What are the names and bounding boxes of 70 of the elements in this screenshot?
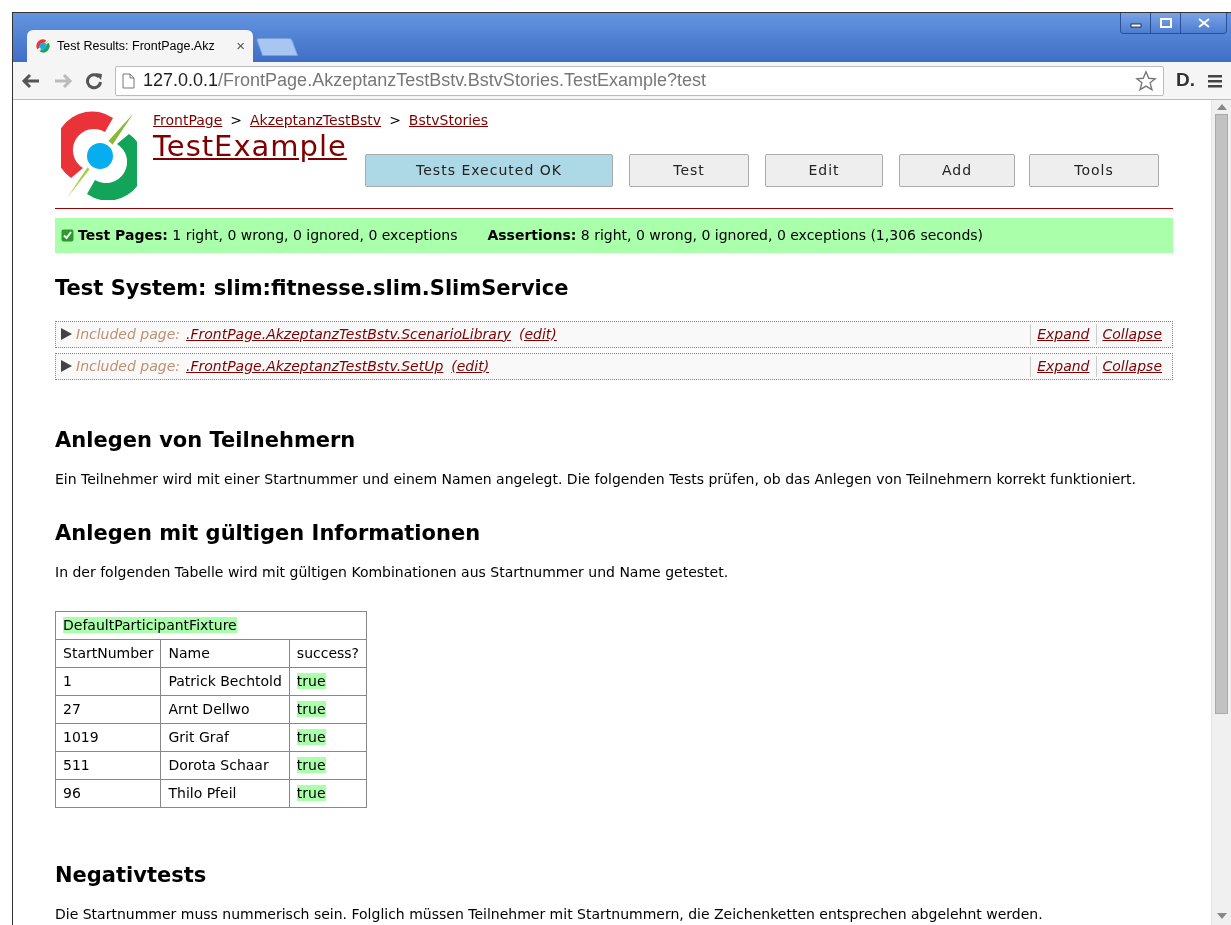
table-cell: Arnt Dellwo: [160, 695, 290, 724]
close-button[interactable]: [1181, 13, 1226, 33]
breadcrumb-separator: >: [389, 111, 401, 130]
result-cell: true: [296, 756, 326, 773]
included-page-label: Included page:: [76, 324, 180, 344]
extension-button[interactable]: D.: [1176, 66, 1195, 95]
browser-tab[interactable]: Test Results: FrontPage.Akz ×: [27, 30, 253, 62]
url-text: 127.0.0.1/FrontPage.AkzeptanzTestBstv.BstvStories.TestExample?test: [143, 69, 707, 92]
table-cell: 1: [55, 667, 161, 696]
maximize-button[interactable]: [1151, 13, 1181, 33]
edit-link[interactable]: (edit): [451, 355, 490, 377]
summary-text: Assertions: 8 right, 0 wrong, 0 ignored, 0 exceptions (1,306 seconds): [487, 226, 984, 245]
action-button[interactable]: Add: [899, 154, 1015, 187]
expand-arrow-icon[interactable]: [60, 328, 72, 340]
table-title: DefaultParticipantFixture: [63, 616, 237, 633]
tab-title: Test Results: FrontPage.Akz: [57, 37, 216, 55]
page-link[interactable]: .FrontPage.AkzeptanzTestBstv.ScenarioLibrary: [186, 323, 511, 345]
scrollbar[interactable]: [1211, 100, 1231, 925]
section-heading: Negativtests: [55, 861, 208, 889]
page-icon: [122, 72, 135, 89]
column-header: success?: [289, 639, 367, 668]
menu-icon[interactable]: [1207, 72, 1223, 89]
bookmark-star-icon[interactable]: [1135, 69, 1157, 92]
paragraph: In der folgenden Tabelle wird mit gültigen Kombinationen aus Startnummer und Name getestet.: [55, 563, 730, 583]
new-tab-button[interactable]: [255, 38, 299, 56]
column-header: StartNumber: [55, 639, 161, 668]
paragraph: Ein Teilnehmer wird mit einer Startnummer und einem Namen angelegt. Die folgenden Tests prüfen, ob das Anlegen von Teilnehmern korrekt funktioniert.: [55, 470, 1137, 489]
section-heading: Anlegen von Teilnehmern: [55, 426, 357, 454]
included-page-label: Included page:: [76, 356, 180, 376]
status-button[interactable]: Tests Executed OK: [365, 154, 613, 187]
table-cell: Grit Graf: [160, 723, 290, 752]
table-cell: 511: [55, 751, 161, 780]
expand-link[interactable]: Expand: [1030, 355, 1096, 377]
table-cell: Patrick Bechtold: [160, 667, 290, 696]
result-cell: true: [296, 700, 326, 717]
table-cell: 1019: [55, 723, 161, 752]
back-icon[interactable]: [21, 72, 41, 89]
tab-close-button[interactable]: ×: [236, 34, 245, 58]
table-cell: Dorota Schaar: [160, 751, 290, 780]
summary-text: Test Pages: 1 right, 0 wrong, 0 ignored, 0 exceptions: [78, 226, 458, 245]
logo-icon: [61, 110, 137, 200]
breadcrumb-link[interactable]: FrontPage: [153, 110, 223, 131]
breadcrumb-link[interactable]: BstvStories: [408, 110, 489, 131]
table-cell: 96: [55, 779, 161, 808]
breadcrumb-separator: >: [230, 111, 243, 130]
result-cell: true: [296, 728, 326, 745]
expand-arrow-icon[interactable]: [60, 360, 72, 372]
expand-link[interactable]: Expand: [1030, 323, 1096, 345]
action-button[interactable]: Edit: [765, 154, 883, 187]
reload-icon[interactable]: [85, 71, 103, 90]
maximize-icon: [1159, 18, 1172, 28]
breadcrumb-link[interactable]: AkzeptanzTestBstv: [250, 110, 382, 131]
page-link[interactable]: .FrontPage.AkzeptanzTestBstv.SetUp: [186, 355, 444, 377]
section-heading: Test System: slim:fitnesse.slim.SlimService: [55, 275, 570, 302]
action-button[interactable]: Test: [629, 154, 749, 187]
paragraph: Die Startnummer muss nummerisch sein. Folglich müssen Teilnehmer mit Startnummern, die Zeichenketten entsprechen abgelehnt werden.: [55, 905, 1044, 925]
collapse-link[interactable]: Collapse: [1095, 355, 1168, 377]
result-cell: true: [296, 784, 326, 801]
table-cell: Thilo Pfeil: [160, 779, 290, 808]
page-title[interactable]: TestExample: [153, 129, 347, 163]
collapse-link[interactable]: Collapse: [1095, 323, 1168, 345]
action-button[interactable]: Tools: [1029, 154, 1159, 187]
result-cell: true: [296, 672, 326, 689]
section-heading: Anlegen mit gültigen Informationen: [55, 519, 482, 547]
site-icon: [35, 38, 51, 54]
column-header: Name: [160, 639, 290, 668]
address-bar[interactable]: 127.0.0.1/FrontPage.AkzeptanzTestBstv.BstvStories.TestExample?test: [115, 65, 1164, 96]
table-cell: 27: [55, 695, 161, 724]
edit-link[interactable]: (edit): [519, 323, 557, 345]
close-icon: [1197, 18, 1210, 28]
